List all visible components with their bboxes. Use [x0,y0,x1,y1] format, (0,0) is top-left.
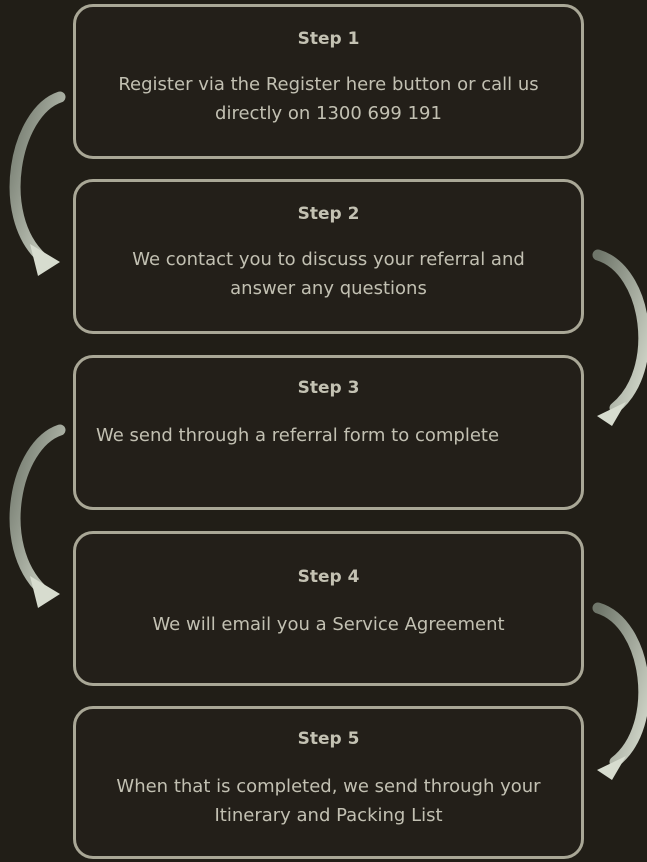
step-description-line: directly on 1300 699 191 [215,103,442,124]
arrow-step1-to-step2 [9,91,66,276]
step-title: Step 2 [297,204,360,224]
step-description-line: Register via the Register here button or… [118,74,539,95]
step-title: Step 3 [297,378,360,398]
step-description-line: We will email you a Service Agreement [152,614,505,635]
step-description-line: When that is completed, we send through … [116,776,541,797]
step-description: When that is completed, we send through … [76,772,581,830]
step-box-4: Step 4 We will email you a Service Agree… [73,531,584,686]
step-description: We contact you to discuss your referral … [76,245,581,303]
step-box-2: Step 2 We contact you to discuss your re… [73,179,584,334]
step-description-line: We contact you to discuss your referral … [132,249,525,270]
step-description: Register via the Register here button or… [76,70,581,128]
step-box-1: Step 1 Register via the Register here bu… [73,4,584,159]
step-description: We will email you a Service Agreement [76,610,581,639]
arrow-step4-to-step5 [592,602,647,780]
step-description: We send through a referral form to compl… [96,421,499,450]
step-description-line: We send through a referral form to compl… [96,425,500,446]
arrow-step3-to-step4 [9,424,66,608]
step-description-line: answer any questions [230,278,427,299]
step-description-line: Itinerary and Packing List [214,805,443,826]
step-box-3: Step 3 We send through a referral form t… [73,355,584,510]
step-title: Step 5 [297,729,360,749]
step-title: Step 1 [297,29,360,49]
step-box-5: Step 5 When that is completed, we send t… [73,706,584,859]
arrow-step2-to-step3 [592,249,647,426]
step-title: Step 4 [297,567,360,587]
